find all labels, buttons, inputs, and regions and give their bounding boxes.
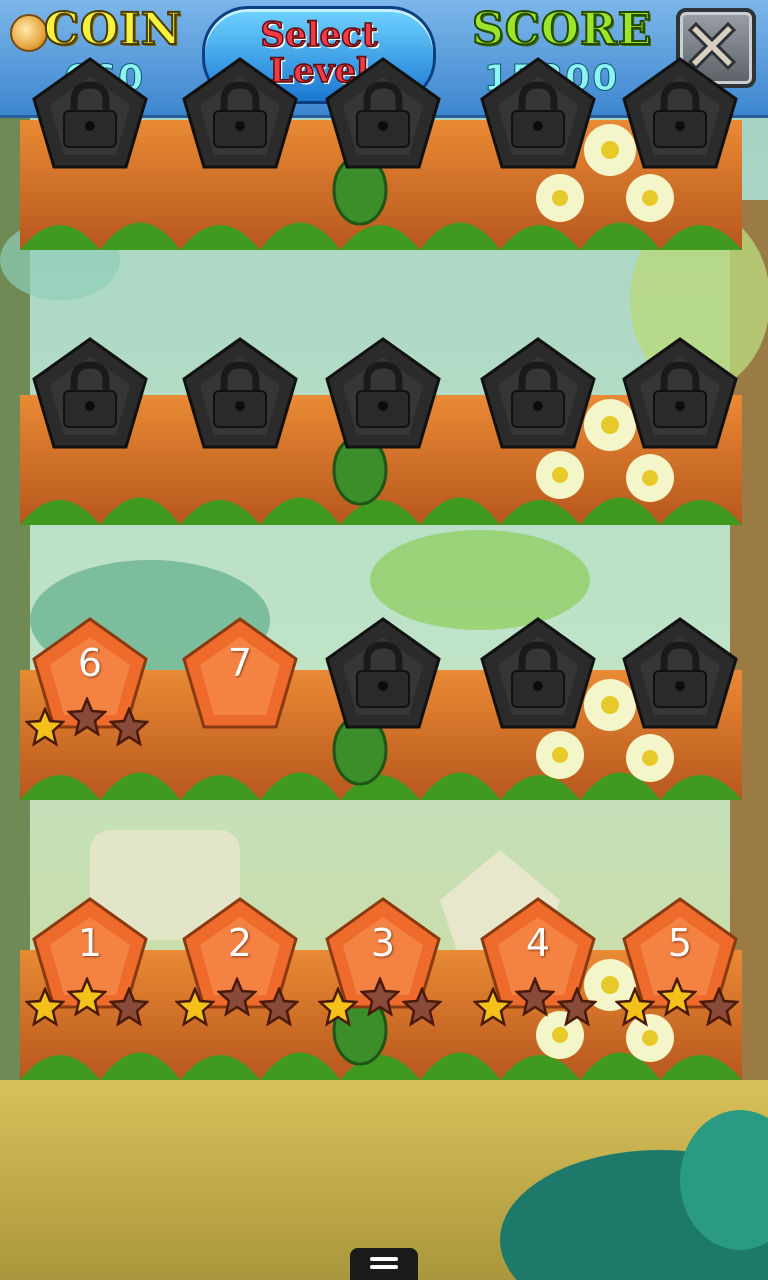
level-number: 6 <box>77 641 103 685</box>
lock-icon <box>356 361 410 428</box>
locked-level-tile[interactable] <box>478 335 598 451</box>
lock-icon <box>511 81 565 148</box>
coin-label: COIN <box>43 3 183 56</box>
star-icon <box>615 987 655 1027</box>
lock-icon <box>356 641 410 708</box>
star-icon <box>259 987 299 1027</box>
star-icon <box>67 977 107 1017</box>
lock-icon <box>213 361 267 428</box>
locked-level-tile[interactable] <box>323 55 443 171</box>
menu-icon <box>370 1257 398 1261</box>
star-rating <box>473 977 603 1027</box>
star-rating <box>175 977 305 1027</box>
star-icon <box>557 987 597 1027</box>
lock-icon <box>213 81 267 148</box>
star-rating <box>25 697 155 747</box>
level-number: 2 <box>227 921 253 965</box>
locked-level-tile[interactable] <box>620 335 740 451</box>
locked-level-tile[interactable] <box>323 615 443 731</box>
level-number: 5 <box>667 921 693 965</box>
lock-icon <box>653 361 707 428</box>
star-rating <box>25 977 155 1027</box>
star-icon <box>175 987 215 1027</box>
level-number: 4 <box>525 921 551 965</box>
locked-level-tile[interactable] <box>30 335 150 451</box>
lock-icon <box>653 81 707 148</box>
level-tile-7[interactable]: 7 <box>180 615 300 731</box>
locked-level-tile[interactable] <box>620 55 740 171</box>
star-icon <box>25 707 65 747</box>
star-rating <box>318 977 448 1027</box>
star-icon <box>109 987 149 1027</box>
locked-level-tile[interactable] <box>620 615 740 731</box>
star-icon <box>402 987 442 1027</box>
lock-icon <box>511 641 565 708</box>
star-icon <box>318 987 358 1027</box>
level-number: 7 <box>227 641 253 685</box>
star-icon <box>25 987 65 1027</box>
star-rating <box>615 977 745 1027</box>
star-icon <box>515 977 555 1017</box>
level-number: 1 <box>77 921 103 965</box>
locked-level-tile[interactable] <box>323 335 443 451</box>
star-icon <box>657 977 697 1017</box>
star-icon <box>109 707 149 747</box>
star-icon <box>699 987 739 1027</box>
menu-icon-bar <box>370 1265 398 1269</box>
locked-level-tile[interactable] <box>180 55 300 171</box>
star-icon <box>67 697 107 737</box>
menu-button[interactable] <box>350 1248 418 1280</box>
locked-level-tile[interactable] <box>478 55 598 171</box>
lock-icon <box>653 641 707 708</box>
lock-icon <box>511 361 565 428</box>
locked-level-tile[interactable] <box>180 335 300 451</box>
star-icon <box>473 987 513 1027</box>
locked-level-tile[interactable] <box>30 55 150 171</box>
lock-icon <box>63 81 117 148</box>
level-number: 3 <box>370 921 396 965</box>
locked-level-tile[interactable] <box>478 615 598 731</box>
star-icon <box>217 977 257 1017</box>
lock-icon <box>63 361 117 428</box>
lock-icon <box>356 81 410 148</box>
title-line-1: Select <box>260 15 379 55</box>
score-label: SCORE <box>471 3 653 56</box>
star-icon <box>360 977 400 1017</box>
coin-icon <box>10 14 48 52</box>
